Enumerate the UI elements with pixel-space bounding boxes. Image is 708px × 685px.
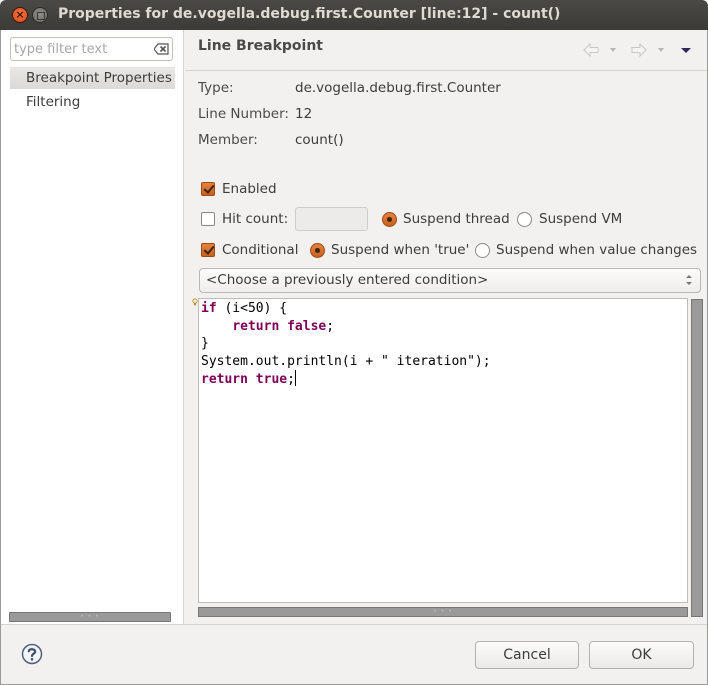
spinner-arrows-icon bbox=[686, 275, 692, 285]
suspend-when-changes-radio[interactable] bbox=[475, 243, 490, 258]
suspend-when-true-label: Suspend when 'true' bbox=[331, 242, 470, 258]
hit-count-input[interactable] bbox=[295, 207, 368, 231]
hit-count-label: Hit count: bbox=[222, 211, 289, 227]
code-line: System.out.println(i + " iteration"); bbox=[201, 353, 491, 371]
line-number-label: Line Number: bbox=[198, 106, 289, 122]
code-line: return false; bbox=[201, 318, 491, 336]
condition-history-select[interactable]: <Choose a previously entered condition> bbox=[199, 268, 701, 293]
forward-menu-icon[interactable] bbox=[658, 48, 664, 52]
code-keyword: return false bbox=[232, 318, 327, 334]
clear-filter-icon[interactable] bbox=[154, 43, 169, 55]
code-keyword: if bbox=[201, 301, 217, 316]
filter-input[interactable] bbox=[14, 39, 149, 59]
ok-button[interactable]: OK bbox=[589, 641, 694, 669]
condition-editor[interactable]: if (i<50) { return false;} System.out.pri… bbox=[198, 298, 688, 603]
condition-code[interactable]: if (i<50) { return false;} System.out.pri… bbox=[201, 300, 491, 389]
suspend-when-true-radio[interactable] bbox=[310, 243, 325, 258]
title-bar: × Properties for de.vogella.debug.first.… bbox=[0, 0, 708, 30]
code-text: ; bbox=[326, 318, 335, 334]
code-text: (i<50) { bbox=[216, 301, 288, 316]
page-navigation bbox=[583, 42, 691, 58]
type-label: Type: bbox=[198, 80, 234, 96]
help-icon[interactable] bbox=[21, 643, 43, 665]
suspend-thread-label: Suspend thread bbox=[403, 211, 510, 227]
close-window-button[interactable]: × bbox=[12, 7, 28, 23]
back-icon[interactable] bbox=[583, 42, 599, 58]
scroll-grip-icon: • • • bbox=[80, 613, 100, 620]
sidebar-item-filtering[interactable]: Filtering bbox=[10, 91, 175, 113]
code-line: if (i<50) { bbox=[201, 300, 491, 318]
editor-vertical-scrollbar[interactable] bbox=[691, 299, 703, 617]
code-text: ; bbox=[287, 372, 295, 387]
suspend-vm-label: Suspend VM bbox=[539, 211, 623, 227]
header-divider bbox=[185, 70, 708, 71]
code-keyword: return true bbox=[201, 372, 288, 387]
code-line: return true; bbox=[201, 370, 491, 389]
view-menu-icon[interactable] bbox=[681, 48, 691, 53]
scroll-grip-icon: • • • bbox=[433, 608, 453, 615]
code-text: } bbox=[201, 336, 209, 351]
back-menu-icon[interactable] bbox=[610, 48, 616, 52]
enabled-checkbox[interactable] bbox=[201, 182, 215, 196]
window-title: Properties for de.vogella.debug.first.Co… bbox=[58, 6, 561, 22]
code-text: System.out.println(i + " iteration"); bbox=[201, 353, 491, 369]
editor-horizontal-scrollbar[interactable]: • • • bbox=[198, 607, 688, 617]
suspend-thread-radio[interactable] bbox=[382, 212, 397, 227]
sidebar-horizontal-scrollbar[interactable]: • • • bbox=[9, 612, 171, 622]
hit-count-checkbox[interactable] bbox=[201, 212, 215, 226]
conditional-label: Conditional bbox=[222, 242, 299, 258]
type-value: de.vogella.debug.first.Counter bbox=[295, 80, 501, 96]
cancel-button[interactable]: Cancel bbox=[475, 641, 579, 669]
minimize-window-button[interactable] bbox=[32, 7, 48, 23]
forward-icon[interactable] bbox=[631, 42, 647, 58]
page-title: Line Breakpoint bbox=[198, 38, 323, 54]
text-caret bbox=[294, 370, 296, 386]
condition-history-value: <Choose a previously entered condition> bbox=[206, 272, 489, 288]
member-value: count() bbox=[295, 132, 344, 148]
member-label: Member: bbox=[198, 132, 258, 148]
filter-field[interactable] bbox=[10, 37, 173, 61]
suspend-when-changes-label: Suspend when value changes bbox=[496, 242, 698, 258]
sidebar-item-breakpoint-properties[interactable]: Breakpoint Properties bbox=[10, 67, 175, 89]
sidebar: Breakpoint Properties Filtering • • • bbox=[0, 30, 184, 625]
suspend-vm-radio[interactable] bbox=[517, 212, 532, 227]
conditional-checkbox[interactable] bbox=[201, 243, 215, 257]
footer-divider bbox=[0, 624, 708, 625]
enabled-label: Enabled bbox=[222, 181, 277, 197]
code-line: } bbox=[201, 335, 491, 353]
line-number-value: 12 bbox=[295, 106, 313, 122]
